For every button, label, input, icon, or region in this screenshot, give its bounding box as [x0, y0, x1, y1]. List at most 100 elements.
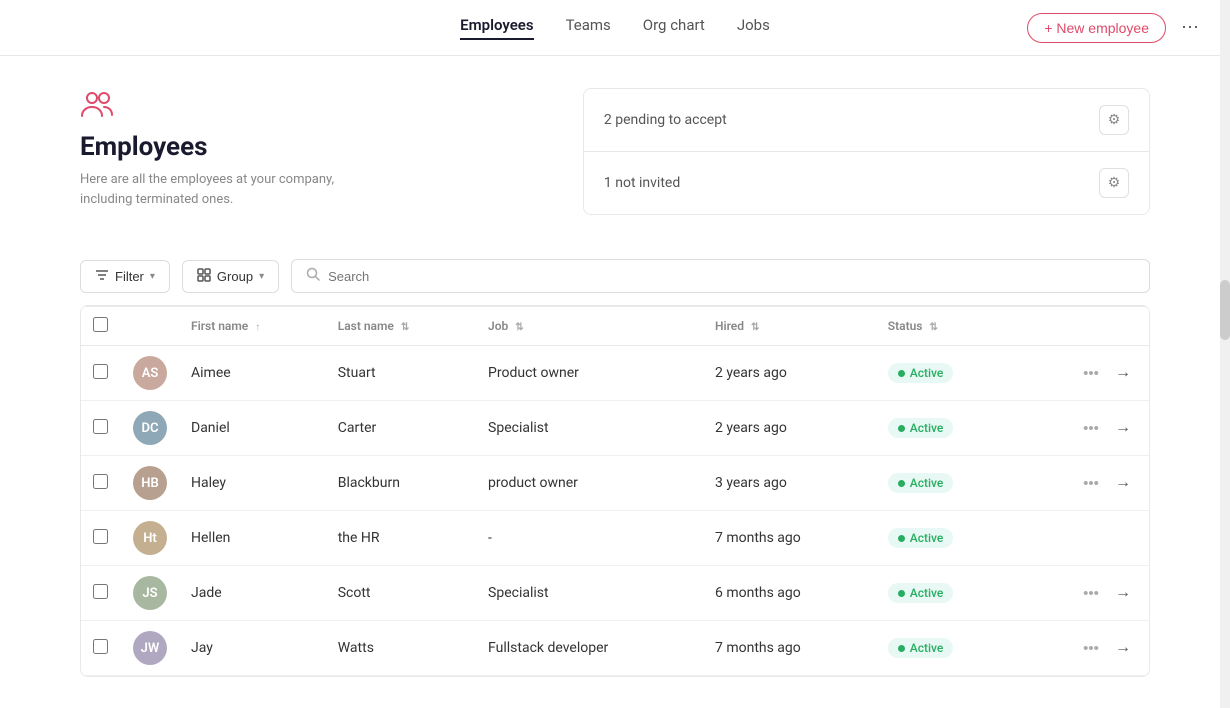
- pending-settings-icon[interactable]: ⚙: [1099, 105, 1129, 135]
- status-dot-icon: [898, 480, 905, 487]
- row-checkbox[interactable]: [93, 529, 108, 544]
- row-more-button[interactable]: •••: [1077, 634, 1105, 662]
- hired-cell: 7 months ago: [703, 621, 876, 676]
- status-badge: Active: [888, 363, 954, 383]
- search-input[interactable]: [328, 269, 1135, 284]
- tab-teams[interactable]: Teams: [566, 16, 611, 40]
- first-name-cell: Jay: [179, 621, 326, 676]
- pending-text: 2 pending to accept: [604, 112, 727, 128]
- hired-sort-icon: ⇅: [751, 322, 759, 333]
- row-checkbox[interactable]: [93, 639, 108, 654]
- table-row: HB HaleyBlackburnproduct owner3 years ag…: [81, 456, 1149, 511]
- table-row: JS JadeScottSpecialist6 months ago Activ…: [81, 566, 1149, 621]
- last-name-cell: Scott: [326, 566, 476, 621]
- row-navigate-button[interactable]: →: [1109, 469, 1137, 497]
- select-all-checkbox[interactable]: [93, 317, 108, 332]
- job-cell: Specialist: [476, 566, 703, 621]
- not-invited-card: 1 not invited ⚙: [584, 151, 1149, 214]
- toolbar: Filter ▾ Group ▾: [80, 247, 1150, 293]
- row-navigate-button[interactable]: →: [1109, 634, 1137, 662]
- row-checkbox-cell: [81, 346, 121, 401]
- table-row: JW JayWattsFullstack developer7 months a…: [81, 621, 1149, 676]
- employees-icon: [80, 88, 116, 124]
- avatar-cell: AS: [121, 346, 179, 401]
- row-checkbox-cell: [81, 511, 121, 566]
- status-header[interactable]: Status ⇅: [876, 307, 1017, 346]
- actions-header: [1017, 307, 1149, 346]
- row-navigate-button[interactable]: →: [1109, 414, 1137, 442]
- row-actions-cell: ••• →: [1017, 346, 1149, 401]
- first-name-cell: Haley: [179, 456, 326, 511]
- hired-header[interactable]: Hired ⇅: [703, 307, 876, 346]
- scrollbar-thumb[interactable]: [1220, 280, 1230, 340]
- status-badge: Active: [888, 583, 954, 603]
- status-dot-icon: [898, 590, 905, 597]
- first-name-cell: Jade: [179, 566, 326, 621]
- tab-jobs[interactable]: Jobs: [737, 16, 770, 40]
- search-icon: [306, 267, 320, 285]
- row-checkbox[interactable]: [93, 584, 108, 599]
- last-name-header[interactable]: Last name ⇅: [326, 307, 476, 346]
- group-icon: [197, 268, 211, 285]
- status-cell: Active: [876, 566, 1017, 621]
- avatar: JW: [133, 631, 167, 665]
- filter-icon: [95, 268, 109, 285]
- row-checkbox[interactable]: [93, 364, 108, 379]
- group-button[interactable]: Group ▾: [182, 260, 279, 293]
- row-more-button[interactable]: •••: [1077, 469, 1105, 497]
- row-actions-cell: ••• →: [1017, 401, 1149, 456]
- header-section: Employees Here are all the employees at …: [80, 88, 1150, 215]
- row-actions: ••• →: [1029, 414, 1137, 442]
- row-checkbox-cell: [81, 621, 121, 676]
- status-sort-icon: ⇅: [929, 322, 937, 333]
- last-name-cell: Carter: [326, 401, 476, 456]
- more-options-button[interactable]: ⋯: [1174, 12, 1206, 44]
- job-cell: -: [476, 511, 703, 566]
- job-cell: product owner: [476, 456, 703, 511]
- page-title: Employees: [80, 132, 551, 162]
- hired-cell: 3 years ago: [703, 456, 876, 511]
- first-name-header[interactable]: First name ↑: [179, 307, 326, 346]
- row-actions-cell: ••• →: [1017, 456, 1149, 511]
- job-cell: Fullstack developer: [476, 621, 703, 676]
- filter-button[interactable]: Filter ▾: [80, 260, 170, 293]
- new-employee-button[interactable]: + New employee: [1027, 13, 1166, 43]
- row-more-button[interactable]: •••: [1077, 579, 1105, 607]
- row-more-button[interactable]: •••: [1077, 414, 1105, 442]
- row-actions: ••• →: [1029, 469, 1137, 497]
- avatar: AS: [133, 356, 167, 390]
- first-name-cell: Hellen: [179, 511, 326, 566]
- employee-table-container: First name ↑ Last name ⇅ Job ⇅ Hired ⇅: [80, 305, 1150, 677]
- avatar: JS: [133, 576, 167, 610]
- last-name-cell: the HR: [326, 511, 476, 566]
- row-navigate-button[interactable]: →: [1109, 359, 1137, 387]
- hired-cell: 6 months ago: [703, 566, 876, 621]
- status-badge: Active: [888, 473, 954, 493]
- group-label: Group: [217, 269, 253, 284]
- group-chevron-icon: ▾: [259, 271, 264, 282]
- row-actions: ••• →: [1029, 634, 1137, 662]
- status-dot-icon: [898, 535, 905, 542]
- status-badge: Active: [888, 638, 954, 658]
- table-header-row: First name ↑ Last name ⇅ Job ⇅ Hired ⇅: [81, 307, 1149, 346]
- row-checkbox[interactable]: [93, 419, 108, 434]
- first-name-cell: Aimee: [179, 346, 326, 401]
- job-header[interactable]: Job ⇅: [476, 307, 703, 346]
- top-nav: Employees Teams Org chart Jobs + New emp…: [0, 0, 1230, 56]
- avatar-cell: Ht: [121, 511, 179, 566]
- row-more-button[interactable]: •••: [1077, 359, 1105, 387]
- status-dot-icon: [898, 370, 905, 377]
- nav-actions: + New employee ⋯: [1027, 12, 1206, 44]
- row-checkbox[interactable]: [93, 474, 108, 489]
- hired-cell: 7 months ago: [703, 511, 876, 566]
- tab-org-chart[interactable]: Org chart: [643, 16, 705, 40]
- last-name-sort-icon: ⇅: [401, 322, 409, 333]
- scrollbar[interactable]: [1220, 0, 1230, 708]
- employee-table: First name ↑ Last name ⇅ Job ⇅ Hired ⇅: [81, 306, 1149, 676]
- tab-employees[interactable]: Employees: [460, 16, 533, 40]
- row-navigate-button[interactable]: →: [1109, 579, 1137, 607]
- first-name-cell: Daniel: [179, 401, 326, 456]
- avatar-cell: HB: [121, 456, 179, 511]
- not-invited-settings-icon[interactable]: ⚙: [1099, 168, 1129, 198]
- status-cell: Active: [876, 511, 1017, 566]
